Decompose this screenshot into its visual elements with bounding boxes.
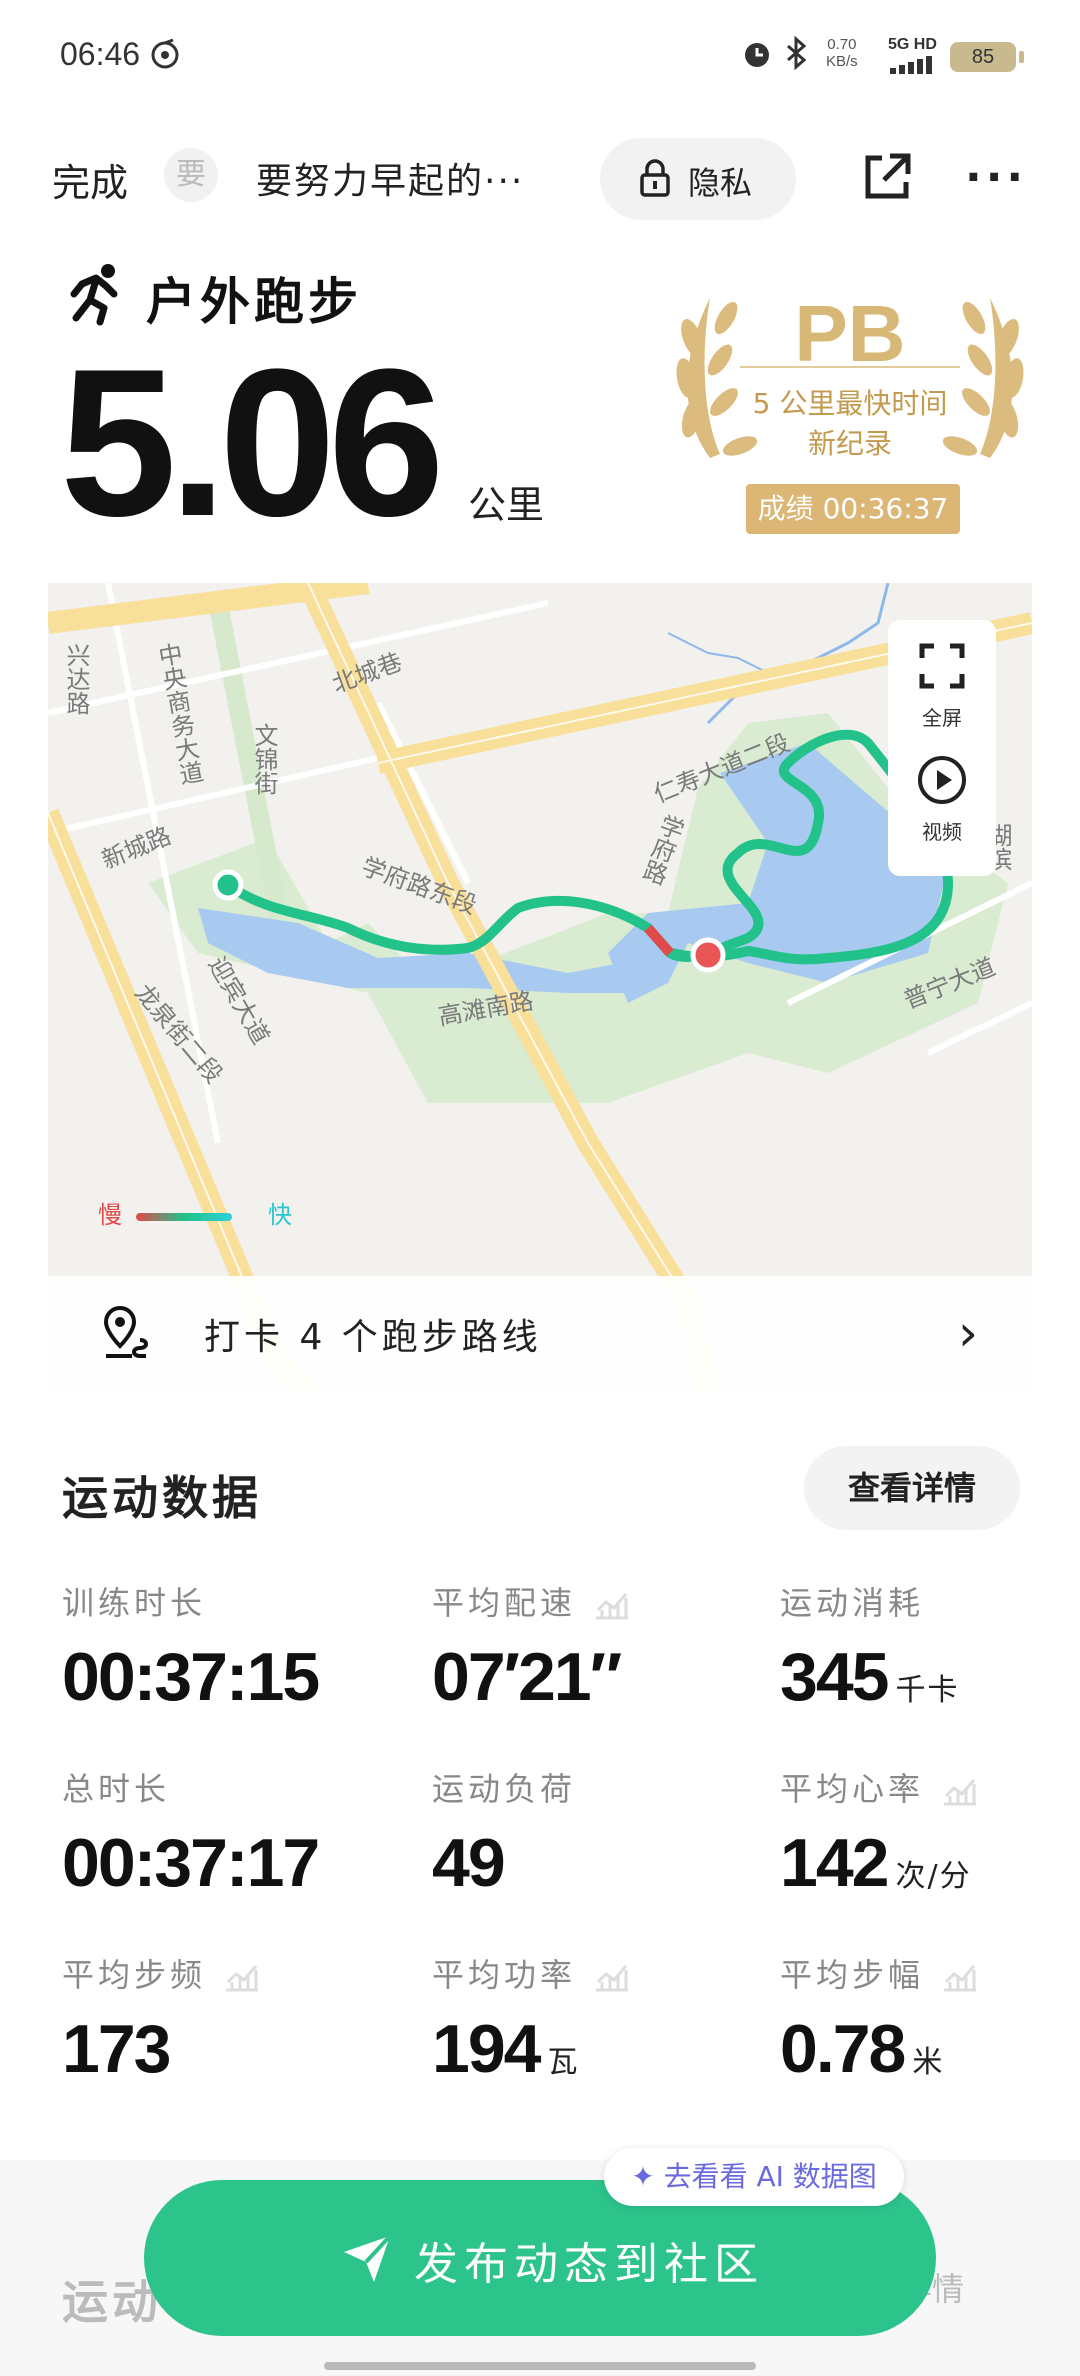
chevron-right-icon: › (958, 1304, 978, 1362)
route-start-marker (212, 869, 244, 901)
metric-avg-stride[interactable]: 平均步幅 0.78 米 (780, 1950, 1080, 2088)
metric-label: 运动消耗 (780, 1584, 925, 1622)
running-icon (70, 264, 118, 326)
map-canvas[interactable]: 兴达路 中央商务大道 北城巷 文锦街 新城路 仁寿大道二段 学府路 学府路东段 … (48, 583, 1032, 1391)
metric-label: 平均配速 (432, 1584, 577, 1622)
signal-label: 5G HD (888, 36, 937, 53)
ai-data-chart-button[interactable]: ✦ 去看看 AI 数据图 (604, 2148, 904, 2206)
metric-avg-pace[interactable]: 平均配速 07′21″ (432, 1578, 772, 1716)
sync-icon (151, 38, 179, 69)
legend-fast: 快 (268, 1201, 292, 1229)
metric-label: 平均功率 (432, 1956, 577, 1994)
distance-unit: 公里 (468, 483, 545, 527)
home-indicator (324, 2362, 756, 2370)
more-menu-icon[interactable]: ··· (965, 152, 1027, 203)
metric-label: 平均心率 (780, 1770, 925, 1808)
metric-avg-power[interactable]: 平均功率 194 瓦 (432, 1950, 772, 2088)
metric-avg-heart-rate[interactable]: 平均心率 142 次/分 (780, 1764, 1080, 1902)
privacy-label: 隐私 (688, 164, 753, 202)
distance-value: 5.06 (60, 325, 445, 560)
pb-subtitle-line1: 5 公里最快时间 (752, 387, 948, 420)
alarm-icon (745, 43, 769, 67)
username: 要努力早起的··· (256, 161, 525, 202)
route-map[interactable]: 兴达路 中央商务大道 北城巷 文锦街 新城路 仁寿大道二段 学府路 学府路东段 … (48, 583, 1032, 1391)
status-time: 06:46 (60, 36, 141, 72)
metric-value: 00:37:15 (62, 1639, 320, 1715)
legend-slow: 慢 (98, 1201, 122, 1229)
play-video-icon[interactable] (916, 754, 968, 806)
trend-chart-icon[interactable] (594, 1590, 630, 1620)
metric-unit: 次/分 (895, 1859, 972, 1894)
pb-subtitle: 5 公里最快时间 新纪录 (670, 384, 1030, 464)
pb-badge[interactable]: PB 5 公里最快时间 新纪录 成绩 00:36:37 (670, 278, 1030, 538)
trend-chart-icon[interactable] (224, 1962, 260, 1992)
status-bar: 06:46 0.70 KB/s 5G HD 85 (0, 0, 1080, 110)
ai-pill-label: 去看看 AI 数据图 (663, 2160, 877, 2193)
metric-label: 平均步频 (62, 1956, 207, 1994)
route-end-marker (690, 937, 726, 973)
metric-label: 运动负荷 (432, 1770, 577, 1808)
lock-icon (640, 159, 670, 197)
metric-label: 平均步幅 (780, 1956, 925, 1994)
trend-chart-icon[interactable] (942, 1776, 978, 1806)
battery-indicator: 85 (950, 42, 1024, 72)
pb-divider (740, 366, 960, 368)
metric-value: 173 (62, 2011, 171, 2087)
fullscreen-label[interactable]: 全屏 (888, 702, 996, 731)
send-icon (344, 2234, 392, 2282)
avatar[interactable]: 要 (164, 148, 218, 202)
pace-legend-bar (136, 1213, 232, 1221)
done-button[interactable]: 完成 (52, 152, 128, 207)
pb-score: 成绩 00:36:37 (746, 484, 960, 534)
metric-unit: 瓦 (547, 2045, 580, 2080)
trend-chart-icon[interactable] (594, 1962, 630, 1992)
bluetooth-icon (787, 36, 807, 70)
checkin-routes-row[interactable]: 打卡 4 个跑步路线 › (48, 1276, 1032, 1392)
share-icon[interactable] (860, 150, 914, 204)
street-label: 兴达路 (62, 643, 90, 715)
signal-icon (890, 56, 932, 74)
net-speed: 0.70 KB/s (826, 36, 858, 70)
metric-value: 00:37:17 (62, 1825, 320, 1901)
metric-unit: 米 (912, 2045, 945, 2080)
publish-label: 发布动态到社区 (414, 2239, 764, 2290)
metric-unit: 千卡 (895, 1673, 960, 1708)
metric-value: 194 (432, 2011, 541, 2087)
trend-chart-icon[interactable] (942, 1962, 978, 1992)
checkin-label: 打卡 4 个跑步路线 (204, 1317, 542, 1358)
video-label[interactable]: 视频 (888, 816, 996, 845)
privacy-button[interactable]: 隐私 (600, 138, 796, 220)
activity-type: 户外跑步 (146, 273, 362, 331)
section-title: 运动数据 (62, 1471, 262, 1525)
metric-avg-cadence[interactable]: 平均步频 173 (62, 1950, 402, 2088)
metric-value: 07′21″ (432, 1639, 622, 1715)
metric-total-duration: 总时长 00:37:17 (62, 1764, 402, 1902)
metric-training-load: 运动负荷 49 (432, 1764, 772, 1902)
metric-training-duration: 训练时长 00:37:15 (62, 1578, 402, 1716)
map-controls: 全屏 视频 (888, 620, 996, 876)
street-label: 文锦街 (250, 723, 278, 795)
metric-calories: 运动消耗 345 千卡 (780, 1578, 1080, 1716)
metric-value: 0.78 (780, 2011, 906, 2087)
pb-subtitle-line2: 新纪录 (807, 427, 892, 460)
fullscreen-icon[interactable] (918, 642, 966, 690)
route-pin-icon (103, 1305, 148, 1358)
metric-label: 训练时长 (62, 1584, 207, 1622)
view-details-button[interactable]: 查看详情 (804, 1446, 1020, 1530)
metric-label: 总时长 (62, 1770, 171, 1808)
metric-value: 345 (780, 1639, 889, 1715)
metric-value: 142 (780, 1825, 889, 1901)
metric-value: 49 (432, 1825, 506, 1901)
sparkle-icon: ✦ (631, 2160, 664, 2193)
